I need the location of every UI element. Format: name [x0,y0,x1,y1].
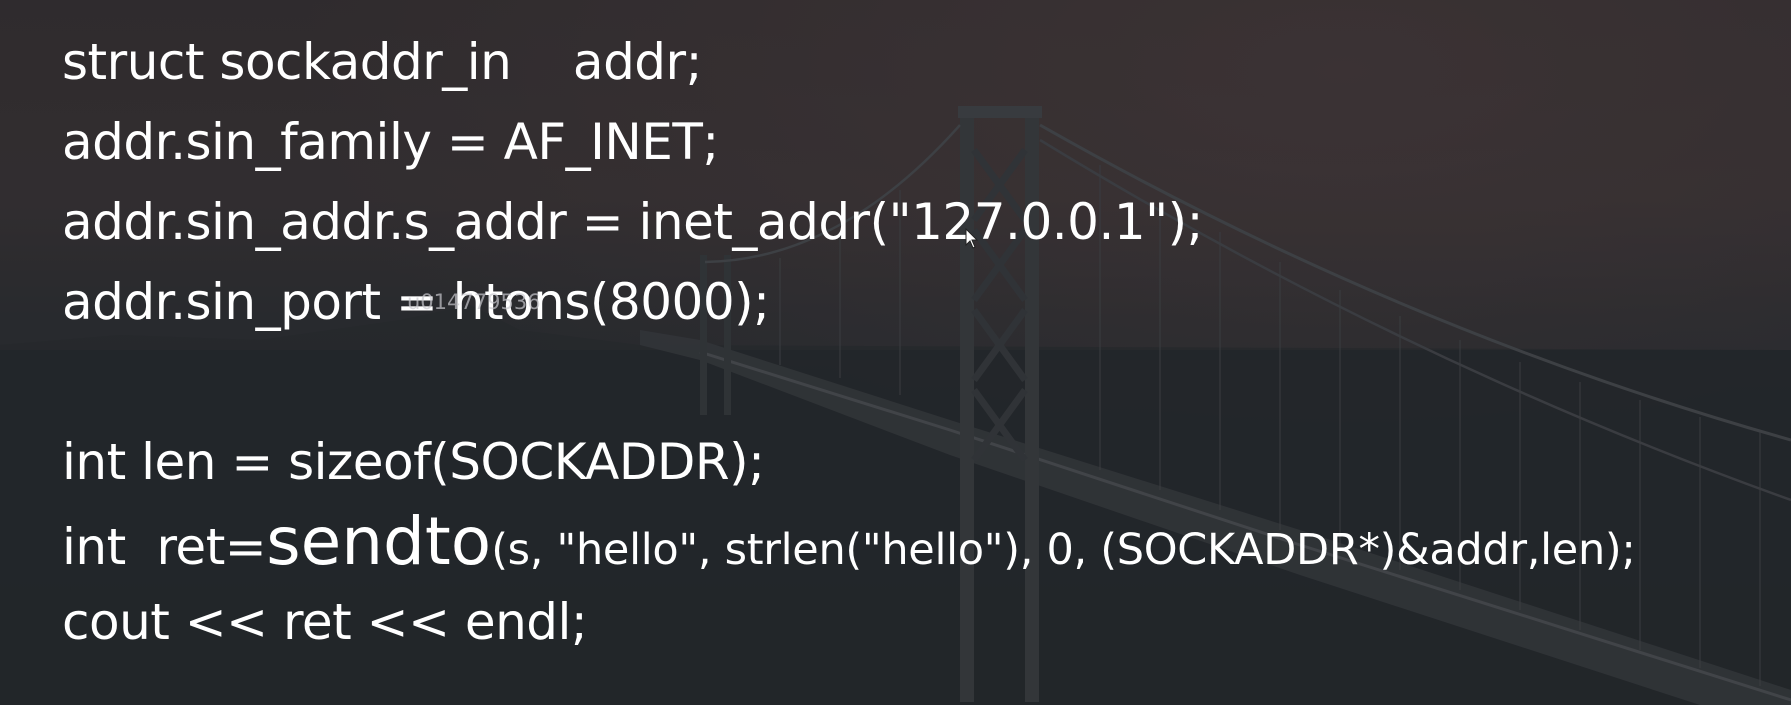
code-line-struct: struct sockaddr_in addr; [62,33,702,91]
video-slide: struct sockaddr_in addr; addr.sin_family… [0,0,1791,705]
code-line-sin-port: addr.sin_port = htons(8000); [62,273,770,331]
code-line-sin-family: addr.sin_family = AF_INET; [62,113,719,171]
code-block: struct sockaddr_in addr; addr.sin_family… [62,22,1636,662]
code-line-sin-addr: addr.sin_addr.s_addr = inet_addr("127.0.… [62,193,1204,251]
mouse-pointer-icon [965,228,979,249]
code-sendto-args: (s, "hello", strlen("hello"), 0, (SOCKAD… [491,525,1636,575]
code-sendto-prefix: int ret= [62,518,267,576]
code-sendto-function: sendto [266,503,492,580]
code-line-cout: cout << ret << endl; [62,593,588,651]
code-line-len: int len = sizeof(SOCKADDR); [62,433,765,491]
code-line-sendto: int ret=sendto(s, "hello", strlen("hello… [62,502,1636,582]
